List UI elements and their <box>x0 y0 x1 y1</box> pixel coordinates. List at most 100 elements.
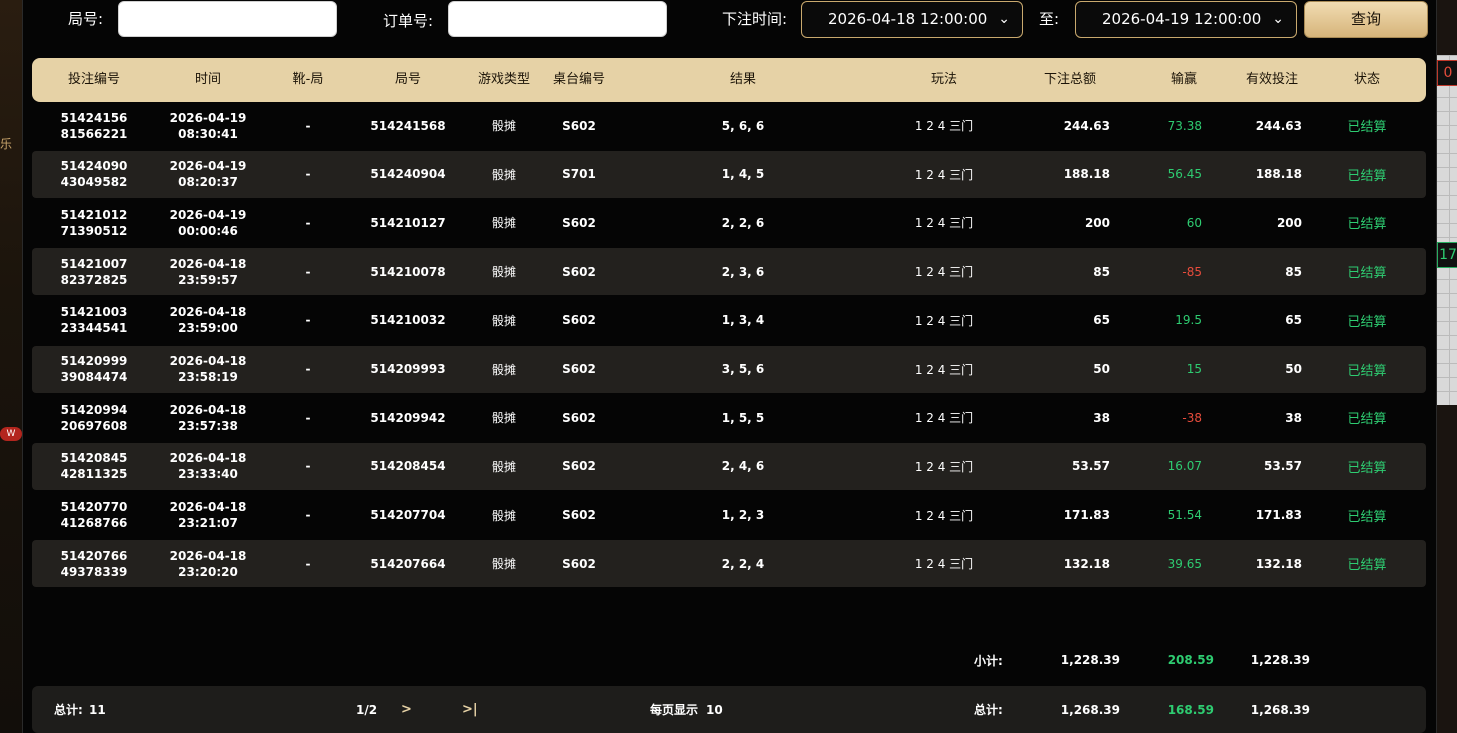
table-row: 51420994 20697608 2026-04-18 23:57:38 - 51420… <box>32 394 1426 441</box>
end-time-select[interactable]: 2026-04-19 12:00:00 ⌄ <box>1075 1 1297 38</box>
col-total: 下注总额 <box>1043 72 1096 87</box>
round-number-cell: 514208454 <box>370 459 446 474</box>
round-label: 局号: <box>68 10 104 28</box>
bet-total-cell: 132.18 <box>1063 556 1110 571</box>
bet-time-line2: 23:59:00 <box>178 321 238 336</box>
grand-total: 1,268.39 <box>1060 702 1120 717</box>
chevron-down-icon: ⌄ <box>998 11 1010 27</box>
result-cell: 3, 5, 6 <box>721 362 765 376</box>
total-label: 总计: <box>974 703 1003 717</box>
bet-time-line2: 08:30:41 <box>178 126 238 141</box>
bet-id-cell: 51421007 82372825 <box>54 248 134 295</box>
status-badge-cell: 已结算 <box>1347 509 1387 525</box>
start-time-select[interactable]: 2026-04-18 12:00:00 ⌄ <box>801 1 1023 38</box>
status-badge-cell: 已结算 <box>1347 217 1387 233</box>
status-badge-cell: 已结算 <box>1347 120 1387 135</box>
valid-bet-cell: 65 <box>1285 313 1302 328</box>
status-badge-cell: 已结算 <box>1347 412 1387 428</box>
round-number-cell: 514210127 <box>370 215 446 230</box>
shoe-round-cell: - <box>305 508 311 523</box>
bet-id-line1: 51421007 <box>60 256 128 271</box>
bet-id-line2: 20697608 <box>60 418 128 433</box>
bet-id-cell: 51421003 23344541 <box>54 297 134 344</box>
table-number-cell: S602 <box>562 556 596 571</box>
bet-time-line2: 23:58:19 <box>178 370 238 384</box>
round-number-cell: 514240904 <box>370 167 446 182</box>
status-badge-cell: 已结算 <box>1347 168 1387 184</box>
bet-time-line1: 2026-04-18 <box>169 256 247 271</box>
road-grid <box>1435 55 1457 405</box>
result-cell: 2, 3, 6 <box>721 264 765 279</box>
new-badge: W <box>0 427 22 441</box>
round-number-cell: 514209993 <box>370 362 446 376</box>
next-page-button[interactable]: > <box>401 686 412 733</box>
bet-id-line2: 43049582 <box>60 175 128 190</box>
col-table-no: 桌台编号 <box>552 72 605 87</box>
score-badge-green: 17 <box>1437 242 1457 268</box>
chevron-down-icon: ⌄ <box>1272 11 1284 27</box>
status-badge-cell: 已结算 <box>1347 314 1387 330</box>
play-type-cell: 1 2 4 三门 <box>914 459 974 474</box>
play-type-cell: 1 2 4 三门 <box>914 508 974 523</box>
start-time-value: 2026-04-18 12:00:00 <box>828 10 988 28</box>
order-input[interactable] <box>448 1 667 37</box>
table-number-cell: S602 <box>562 508 596 523</box>
bet-id-line1: 51420766 <box>60 548 128 563</box>
play-type-cell: 1 2 4 三门 <box>914 313 974 328</box>
bet-total-cell: 188.18 <box>1063 167 1110 182</box>
table-row: 51420845 42811325 2026-04-18 23:33:40 - 51420… <box>32 442 1426 490</box>
bet-id-line1: 51424090 <box>60 159 128 174</box>
col-round: 局号 <box>394 72 421 87</box>
play-type-cell: 1 2 4 三门 <box>914 362 974 377</box>
status-badge-cell: 已结算 <box>1347 266 1387 282</box>
col-valid: 有效投注 <box>1245 72 1298 87</box>
table-number-cell: S701 <box>562 167 596 182</box>
valid-bet-cell: 38 <box>1285 410 1302 425</box>
subtotal-valid: 1,228.39 <box>1250 653 1310 667</box>
game-type-cell: 骰摊 <box>491 119 516 133</box>
bet-id-line1: 51420845 <box>60 451 128 466</box>
valid-bet-cell: 171.83 <box>1255 508 1302 523</box>
game-type-cell: 骰摊 <box>491 216 516 231</box>
round-number-cell: 514207664 <box>370 556 446 571</box>
col-status: 状态 <box>1353 72 1380 87</box>
game-type-cell: 骰摊 <box>491 411 516 426</box>
bet-total-cell: 85 <box>1093 264 1110 279</box>
play-type-cell: 1 2 4 三门 <box>914 411 974 426</box>
table-row: 51420999 39084474 2026-04-18 23:58:19 - 51420… <box>32 345 1426 393</box>
bet-id-cell: 51420770 41268766 <box>54 492 134 539</box>
bet-time-cell: 2026-04-19 00:00:46 <box>168 199 248 246</box>
shoe-round-cell: - <box>305 556 311 571</box>
bet-time-cell: 2026-04-18 23:59:57 <box>168 248 248 295</box>
bet-time-line2: 23:20:20 <box>178 564 238 579</box>
shoe-round-cell: - <box>305 362 311 376</box>
bet-id-line1: 51420770 <box>60 500 128 515</box>
table-number-cell: S602 <box>562 215 596 230</box>
bet-id-line1: 51421003 <box>60 305 128 320</box>
bet-time-cell: 2026-04-18 23:58:19 <box>168 346 248 393</box>
per-page-label: 每页显示 <box>650 703 699 717</box>
bet-id-line1: 51421012 <box>60 207 128 222</box>
game-type-cell: 骰摊 <box>491 459 516 474</box>
shoe-round-cell: - <box>305 459 311 474</box>
end-time-value: 2026-04-19 12:00:00 <box>1102 10 1262 28</box>
win-loss-cell: 56.45 <box>1167 167 1202 182</box>
table-row: 51421007 82372825 2026-04-18 23:59:57 - 51421… <box>32 248 1426 296</box>
table-number-cell: S602 <box>562 459 596 474</box>
result-cell: 2, 2, 6 <box>721 215 765 230</box>
last-page-button[interactable]: >| <box>462 686 478 733</box>
bet-id-cell: 51420845 42811325 <box>54 443 134 490</box>
shoe-round-cell: - <box>305 167 311 182</box>
query-button[interactable]: 查询 <box>1304 1 1428 38</box>
result-cell: 5, 6, 6 <box>721 118 765 133</box>
bet-total-cell: 171.83 <box>1063 508 1110 523</box>
round-input[interactable] <box>118 1 337 37</box>
win-loss-cell: 51.54 <box>1167 508 1202 523</box>
valid-bet-cell: 53.57 <box>1264 459 1302 474</box>
grand-winloss: 168.59 <box>1167 702 1214 717</box>
bet-id-line2: 49378339 <box>60 564 128 579</box>
bet-total-cell: 53.57 <box>1072 459 1110 474</box>
bet-time-line2: 23:57:38 <box>178 418 238 433</box>
valid-bet-cell: 50 <box>1285 362 1302 376</box>
bet-time-line1: 2026-04-19 <box>169 159 247 174</box>
